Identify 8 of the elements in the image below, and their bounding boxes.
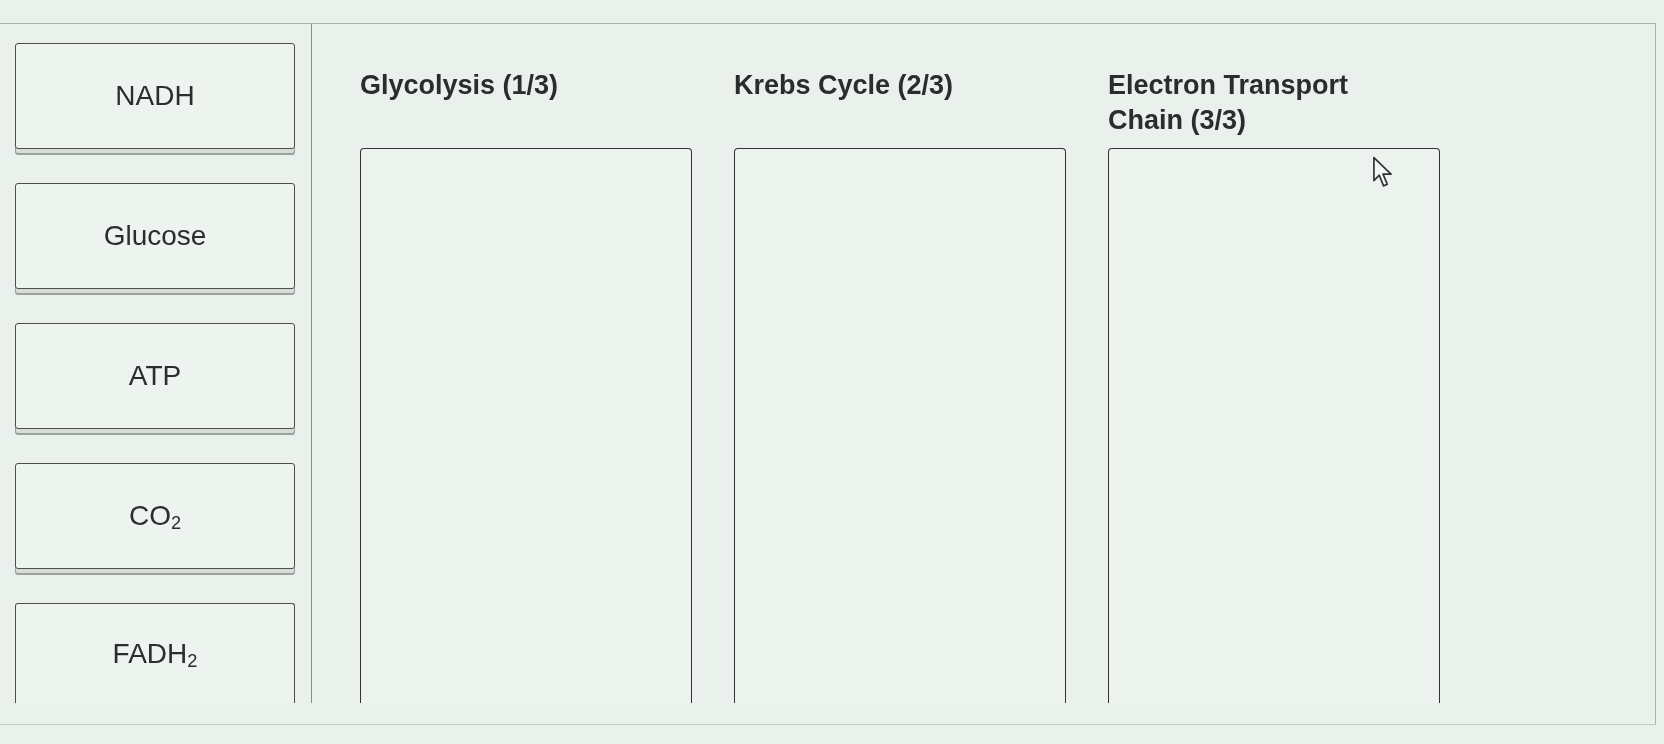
category-heading: Glycolysis (1/3) [360, 69, 559, 102]
drop-zone[interactable] [734, 148, 1066, 703]
mouse-pointer-icon [1372, 156, 1394, 188]
category-heading: Krebs Cycle (2/3) [734, 69, 954, 102]
category-heading: Electron Transport Chain (3/3) [1108, 69, 1350, 138]
drop-zone[interactable] [1108, 148, 1440, 703]
drag-item[interactable]: FADH$_{2}$ [15, 603, 295, 703]
drop-zone[interactable] [360, 148, 692, 703]
